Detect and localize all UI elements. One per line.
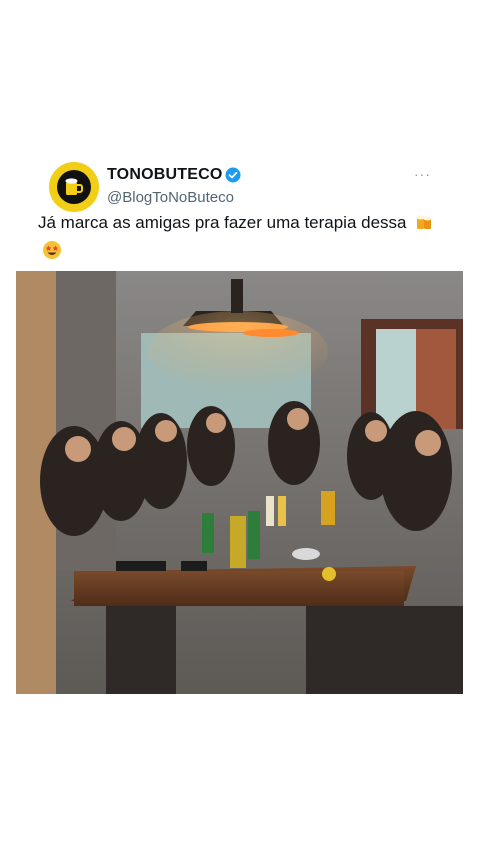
post-video[interactable] — [16, 271, 463, 694]
user-handle[interactable]: @BlogToNoButeco — [107, 189, 234, 206]
beer-mugs-emoji-icon — [415, 213, 433, 239]
post-header: TONOBUTECO @BlogToNoButeco ··· — [49, 162, 469, 212]
verified-badge-icon — [225, 167, 241, 183]
beer-mug-logo-icon — [57, 170, 91, 204]
display-name[interactable]: TONOBUTECO — [107, 166, 222, 184]
star-struck-emoji-icon — [42, 240, 62, 268]
profile-avatar[interactable] — [49, 162, 99, 212]
page-background — [0, 694, 480, 854]
post-text: Já marca as amigas pra fazer uma terapia… — [38, 210, 448, 268]
more-options-icon[interactable]: ··· — [414, 166, 431, 182]
video-frame — [16, 271, 463, 694]
post-body: Já marca as amigas pra fazer uma terapia… — [38, 213, 407, 232]
